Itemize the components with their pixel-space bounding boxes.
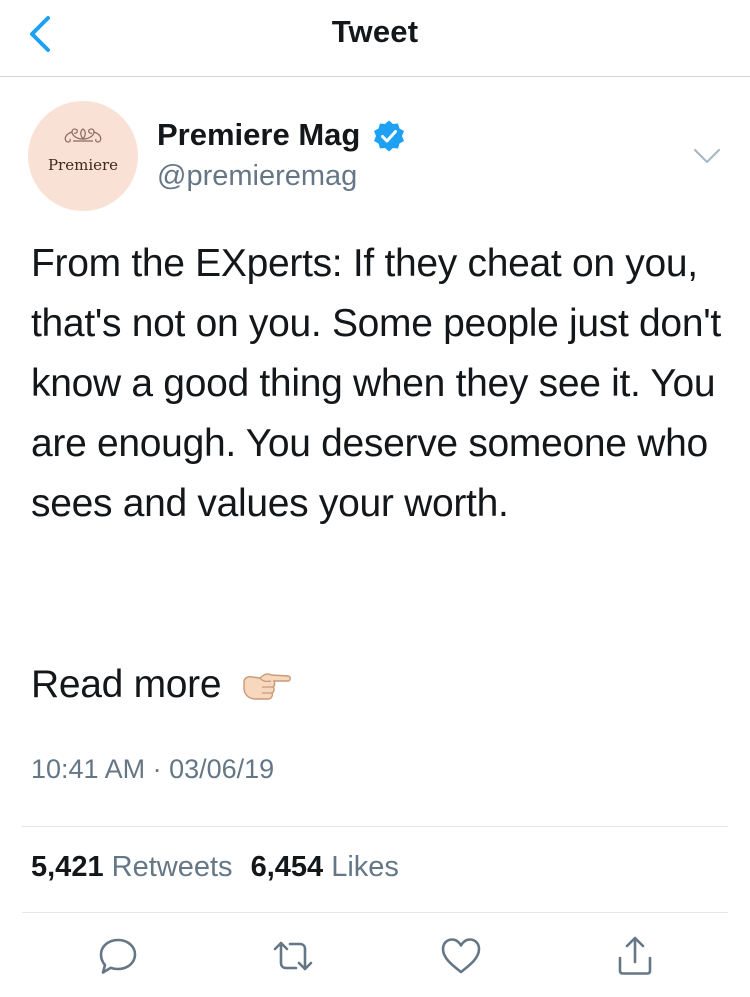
like-button[interactable]	[438, 933, 484, 979]
share-icon	[618, 936, 652, 975]
verified-badge-icon	[374, 120, 404, 152]
premiere-logo: Premiere	[48, 128, 118, 174]
page-title: Tweet	[331, 14, 419, 49]
navigation-bar: Tweet	[0, 0, 750, 77]
retweets-count: 5,421	[31, 851, 104, 883]
likes-stat[interactable]: 6,454 Likes	[251, 851, 399, 883]
avatar[interactable]: Premiere	[28, 101, 138, 211]
chevron-down-icon[interactable]	[692, 142, 722, 168]
heart-icon	[441, 938, 481, 974]
share-button[interactable]	[612, 933, 658, 979]
divider	[22, 912, 728, 913]
pointing-right-hand-icon	[243, 673, 291, 700]
tweet-timestamp: 10:41 AM · 03/06/19	[31, 754, 275, 784]
likes-count: 6,454	[250, 851, 324, 883]
likes-label: Likes	[331, 851, 399, 883]
tweet-stats: 5,421 Retweets 6,454 Likes	[31, 851, 409, 884]
author-display-name[interactable]: Premiere Mag	[157, 117, 360, 153]
tweet-action-bar	[0, 933, 750, 983]
retweets-stat[interactable]: 5,421 Retweets	[31, 851, 233, 883]
retweet-button[interactable]	[270, 933, 316, 979]
read-more-link[interactable]: Read more	[31, 655, 222, 715]
divider	[22, 826, 728, 827]
comment-icon	[99, 938, 137, 974]
avatar-text: Premiere	[48, 156, 118, 174]
retweet-icon	[273, 941, 313, 971]
author-handle[interactable]: @premieremag	[157, 160, 357, 193]
retweets-label: Retweets	[111, 851, 233, 883]
reply-button[interactable]	[95, 933, 141, 979]
tweet-text: From the EXperts: If they cheat on you, …	[31, 242, 721, 525]
